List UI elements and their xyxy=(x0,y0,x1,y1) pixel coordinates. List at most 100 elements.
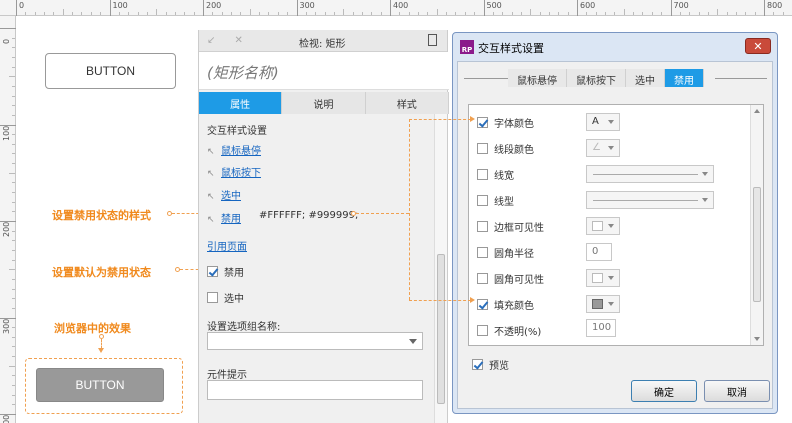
fill-color-picker[interactable] xyxy=(586,295,620,313)
line-preview xyxy=(593,200,698,201)
checkbox-corner-radius[interactable] xyxy=(477,246,488,258)
link-hover[interactable]: ↖ 鼠标悬停 xyxy=(207,142,261,157)
ruler-minor-tick xyxy=(511,12,513,15)
prop-corner-radius[interactable]: 圆角半径 xyxy=(477,243,534,261)
ruler-minor-tick xyxy=(399,12,401,15)
scrollbar-thumb[interactable] xyxy=(437,254,445,404)
ruler-minor-tick xyxy=(268,12,270,15)
tab-notes[interactable]: 说明 xyxy=(282,92,366,114)
state-tab-hover[interactable]: 鼠标悬停 xyxy=(508,69,567,87)
font-color-icon: A xyxy=(592,116,599,127)
ruler-minor-tick xyxy=(9,172,15,174)
interaction-style-dialog: RP 交互样式设置 ✕ 鼠标悬停 鼠标按下 选中 禁用 字体颜色 A 线段颜色 … xyxy=(452,32,778,414)
dialog-title: 交互样式设置 xyxy=(478,42,544,55)
scrollbar-thumb[interactable] xyxy=(753,187,761,302)
prop-line-color[interactable]: 线段颜色 xyxy=(477,139,534,157)
ruler-minor-tick xyxy=(231,12,233,15)
state-tab-selected[interactable]: 选中 xyxy=(626,69,665,87)
ruler-minor-tick xyxy=(212,12,214,15)
ruler-minor-tick xyxy=(633,12,635,15)
chevron-down-icon xyxy=(608,146,614,150)
checkbox-selected-row[interactable]: 选中 xyxy=(207,290,244,305)
ruler-tick xyxy=(0,28,16,29)
shape-name-field[interactable]: (矩形名称) xyxy=(199,52,449,90)
line-width-select[interactable] xyxy=(586,165,714,183)
preview-row[interactable]: 预览 xyxy=(472,357,509,372)
cancel-button[interactable]: 取消 xyxy=(704,380,770,402)
scroll-up-icon[interactable] xyxy=(754,109,760,113)
checkbox-border-visibility[interactable] xyxy=(477,220,488,232)
state-tab-disabled[interactable]: 禁用 xyxy=(665,69,704,87)
link-ref-page[interactable]: 引用页面 xyxy=(207,238,247,253)
inspector-panel: ↙ ✕ 检视: 矩形 (矩形名称) 属性 说明 样式 交互样式设置 ↖ 鼠标悬停 … xyxy=(198,30,449,423)
ruler-minor-tick xyxy=(287,12,289,15)
ok-button[interactable]: 确定 xyxy=(631,380,697,402)
ruler-top: 0 100 200 300 400 500 600 700 800 xyxy=(0,0,792,16)
ruler-minor-tick xyxy=(12,307,15,309)
ruler-minor-tick xyxy=(492,12,494,15)
ruler-minor-tick xyxy=(698,12,700,15)
checkbox-corner-visibility[interactable] xyxy=(477,272,488,284)
annotation-disabled-style: 设置禁用状态的样式 xyxy=(52,209,151,222)
ruler-minor-tick xyxy=(9,269,15,271)
line-style-select[interactable] xyxy=(586,191,714,209)
line-color-picker[interactable]: ∠ xyxy=(586,139,620,157)
tab-properties[interactable]: 属性 xyxy=(199,92,283,114)
scroll-down-icon[interactable] xyxy=(754,337,760,341)
prop-opacity[interactable]: 不透明(%) xyxy=(477,321,541,339)
checkbox-opacity[interactable] xyxy=(477,324,488,336)
checkbox-fill-color[interactable] xyxy=(477,298,488,310)
ruler-minor-tick xyxy=(12,192,15,194)
prop-line-style[interactable]: 线型 xyxy=(477,191,514,209)
ruler-label: 300 xyxy=(2,318,11,334)
checkbox-disabled-row[interactable]: 禁用 xyxy=(207,264,244,279)
prop-border-visibility[interactable]: 边框可见性 xyxy=(477,217,544,235)
inspector-tabs: 属性 说明 样式 xyxy=(199,92,449,114)
tab-style[interactable]: 样式 xyxy=(365,92,449,114)
link-selected[interactable]: ↖ 选中 xyxy=(207,187,241,202)
checkbox-font-color[interactable] xyxy=(477,116,488,128)
document-icon[interactable] xyxy=(428,34,437,46)
group-name-select[interactable] xyxy=(207,332,423,350)
axure-logo-icon: RP xyxy=(460,40,474,54)
ruler-minor-tick xyxy=(128,12,130,15)
pen-icon: ∠ xyxy=(592,142,601,153)
panel-controls-icon[interactable]: ↙ ✕ xyxy=(207,35,251,46)
state-tab-mousedown[interactable]: 鼠标按下 xyxy=(567,69,626,87)
prop-fill-color[interactable]: 填充颜色 xyxy=(477,295,534,313)
corner-visibility-picker[interactable] xyxy=(586,269,620,287)
ruler-tick xyxy=(203,0,204,16)
link-mousedown[interactable]: ↖ 鼠标按下 xyxy=(207,164,261,179)
corner-radius-input[interactable]: 0 xyxy=(586,243,612,261)
ruler-minor-tick xyxy=(436,9,438,15)
checkbox-selected[interactable] xyxy=(207,292,218,303)
default-button-widget[interactable]: BUTTON xyxy=(45,53,176,89)
checkbox-line-color[interactable] xyxy=(477,142,488,154)
close-button[interactable]: ✕ xyxy=(745,38,771,54)
ruler-minor-tick xyxy=(12,404,15,406)
prop-font-color[interactable]: 字体颜色 xyxy=(477,113,534,131)
opacity-input[interactable]: 100 xyxy=(586,319,616,337)
prop-corner-visibility[interactable]: 圆角可见性 xyxy=(477,269,544,287)
ruler-minor-tick xyxy=(12,259,15,261)
checkbox-disabled[interactable] xyxy=(207,266,218,277)
prop-line-width[interactable]: 线宽 xyxy=(477,165,514,183)
ruler-minor-tick xyxy=(614,12,616,15)
ruler-tick xyxy=(670,0,672,16)
dialog-titlebar[interactable]: RP 交互样式设置 ✕ xyxy=(453,33,777,59)
ruler-minor-tick xyxy=(651,12,653,15)
inspector-body: 交互样式设置 ↖ 鼠标悬停 ↖ 鼠标按下 ↖ 选中 ↖ 禁用 #FFFFFF; #999… xyxy=(199,114,436,423)
ruler-label: 400 xyxy=(2,414,11,423)
checkbox-line-width[interactable] xyxy=(477,168,488,180)
inspector-scrollbar[interactable] xyxy=(434,114,447,423)
font-color-picker[interactable]: A xyxy=(586,113,620,131)
ruler-label: 100 xyxy=(112,1,128,10)
ruler-minor-tick xyxy=(12,288,15,290)
property-scrollbar[interactable] xyxy=(750,105,763,345)
border-visibility-picker[interactable] xyxy=(586,217,620,235)
checkbox-line-style[interactable] xyxy=(477,194,488,206)
tooltip-input[interactable] xyxy=(207,380,423,400)
link-disabled[interactable]: ↖ 禁用 xyxy=(207,210,241,225)
ruler-minor-tick xyxy=(12,298,15,300)
checkbox-preview[interactable] xyxy=(472,359,483,370)
